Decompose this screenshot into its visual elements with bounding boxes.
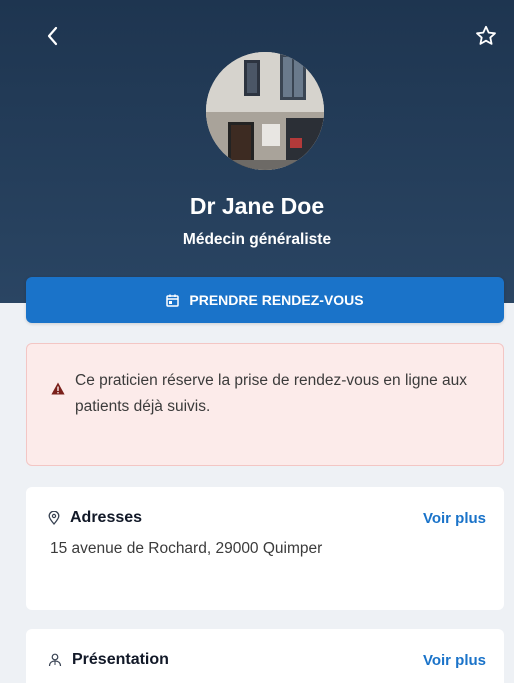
back-button[interactable] xyxy=(36,20,68,52)
person-icon xyxy=(48,653,62,667)
chevron-left-icon xyxy=(47,26,58,46)
profile-header: Dr Jane Doe Médecin généraliste xyxy=(0,0,514,303)
addresses-card-header: Adresses Voir plus xyxy=(48,507,486,529)
addresses-title: Adresses xyxy=(70,509,143,526)
location-pin-icon xyxy=(48,511,60,525)
addresses-card: Adresses Voir plus 15 avenue de Rochard,… xyxy=(26,487,504,610)
alert-message: Ce praticien réserve la prise de rendez-… xyxy=(75,372,468,415)
doctor-avatar xyxy=(206,52,324,170)
presentation-see-more-link[interactable]: Voir plus xyxy=(423,652,486,669)
star-outline-icon xyxy=(476,25,496,45)
restriction-alert: Ce praticien réserve la prise de rendez-… xyxy=(26,343,504,466)
address-text: 15 avenue de Rochard, 29000 Quimper xyxy=(50,540,323,557)
presentation-title: Présentation xyxy=(72,651,169,668)
presentation-card: Présentation Voir plus xyxy=(26,629,504,683)
favorite-button[interactable] xyxy=(470,20,502,52)
book-appointment-label: PRENDRE RENDEZ-VOUS xyxy=(189,292,364,308)
doctor-specialty: Médecin généraliste xyxy=(182,231,332,248)
doctor-name: Dr Jane Doe xyxy=(189,193,325,219)
building-photo xyxy=(206,52,324,170)
book-appointment-button[interactable]: PRENDRE RENDEZ-VOUS xyxy=(26,277,504,323)
warning-icon xyxy=(51,382,65,395)
calendar-icon xyxy=(166,294,180,307)
presentation-card-header: Présentation Voir plus xyxy=(48,649,486,671)
addresses-see-more-link[interactable]: Voir plus xyxy=(423,510,486,527)
